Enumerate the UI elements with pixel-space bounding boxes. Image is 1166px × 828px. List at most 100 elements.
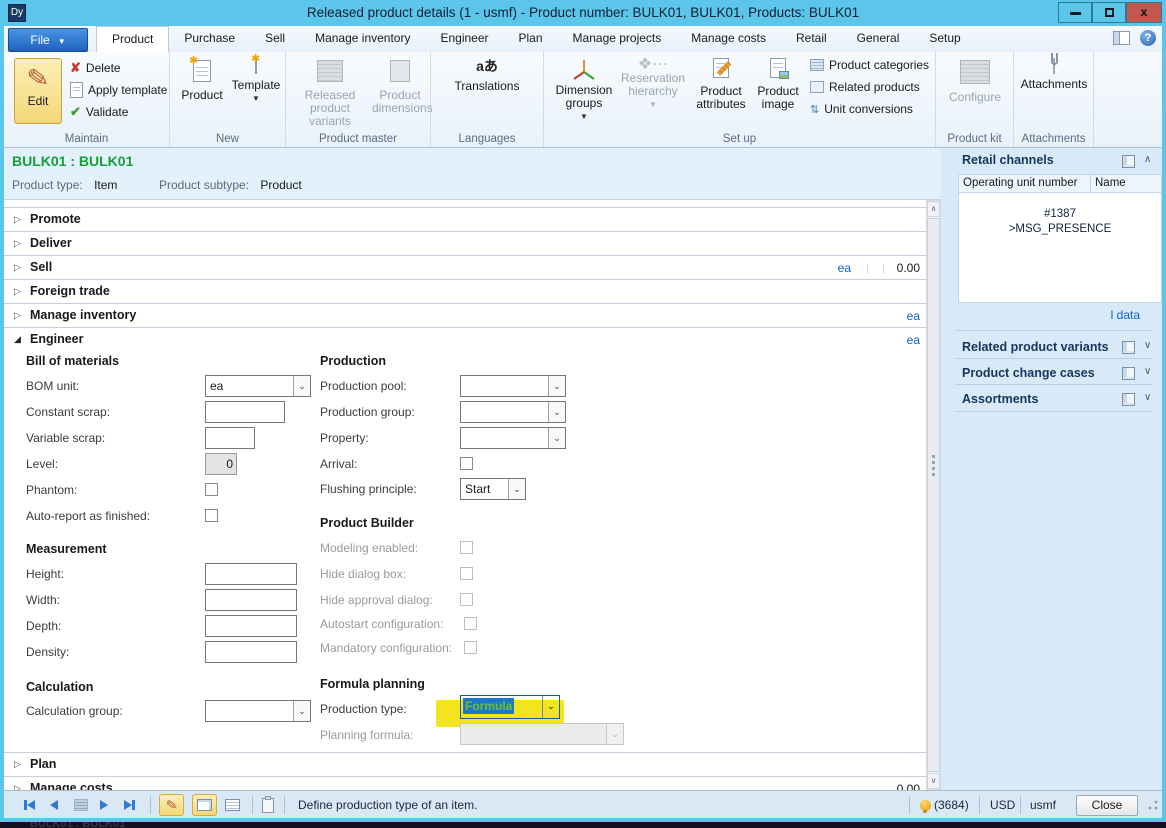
height-input[interactable]	[205, 563, 297, 585]
fasttab-sell[interactable]: ▷ Sell ea 0.00	[4, 256, 926, 280]
new-product-button[interactable]: ✱ Product	[176, 60, 228, 102]
close-window-button[interactable]: x	[1126, 2, 1162, 23]
chevron-down-icon[interactable]: ⌄	[548, 428, 565, 448]
production-type-select[interactable]: Formula ⌄	[460, 695, 560, 719]
chevron-down-icon[interactable]: ⌄	[293, 701, 310, 721]
collapse-chevron-icon[interactable]: ∧	[1144, 154, 1151, 165]
dimension-groups-button[interactable]: Dimension groups▼	[552, 58, 616, 123]
autostart-configuration-checkbox	[464, 617, 477, 630]
attachments-status-button[interactable]	[262, 791, 274, 819]
tab-product[interactable]: Product	[96, 26, 169, 52]
retail-channels-header[interactable]: Retail channels	[962, 153, 1054, 167]
tab-manage-inventory[interactable]: Manage inventory	[300, 26, 425, 52]
company-indicator[interactable]: usmf	[1030, 791, 1056, 819]
details-view-button[interactable]	[192, 794, 217, 816]
file-menu-button[interactable]: File▼	[8, 28, 88, 52]
tab-sell[interactable]: Sell	[250, 26, 300, 52]
fasttab-deliver[interactable]: ▷ Deliver	[4, 232, 926, 256]
tab-setup[interactable]: Setup	[914, 26, 975, 52]
depth-input[interactable]	[205, 615, 297, 637]
width-input[interactable]	[205, 589, 297, 611]
factbox-menu-icon[interactable]	[1122, 367, 1135, 380]
vertical-scrollbar[interactable]: ∧ ∨	[926, 200, 941, 790]
fasttab-manage-costs[interactable]: ▷ Manage costs 0.00	[4, 777, 926, 790]
engineer-unit-link[interactable]: ea	[907, 333, 920, 347]
product-attributes-button[interactable]: Product attributes	[692, 58, 750, 111]
layout-switch-icon[interactable]	[1113, 31, 1130, 45]
expand-chevron-icon[interactable]: ∨	[1144, 392, 1151, 403]
fasttab-manage-inventory[interactable]: ▷ Manage inventory ea	[4, 304, 926, 328]
manage-inventory-unit-link[interactable]: ea	[907, 309, 920, 323]
scroll-down-button[interactable]: ∨	[927, 773, 940, 789]
auto-report-checkbox[interactable]	[205, 509, 218, 522]
attachments-button[interactable]: Attachments	[1018, 60, 1090, 91]
factbox-menu-icon[interactable]	[1122, 393, 1135, 406]
maximize-button[interactable]	[1092, 2, 1126, 23]
fasttab-engineer[interactable]: ◢ Engineer ea	[4, 328, 926, 352]
chevron-down-icon[interactable]: ⌄	[542, 696, 559, 718]
resize-grip[interactable]	[1147, 799, 1159, 811]
edit-mode-button[interactable]: ✎	[159, 794, 184, 816]
calculation-group-select[interactable]: ⌄	[205, 700, 311, 722]
edit-button[interactable]: ✎ Edit	[14, 58, 62, 124]
currency-indicator[interactable]: USD	[990, 791, 1015, 819]
arrival-checkbox[interactable]	[460, 457, 473, 470]
translations-button[interactable]: aあ Translations	[451, 60, 523, 93]
tab-engineer[interactable]: Engineer	[425, 26, 503, 52]
constant-scrap-input[interactable]	[205, 401, 285, 423]
phantom-checkbox[interactable]	[205, 483, 218, 496]
density-input[interactable]	[205, 641, 297, 663]
factbox-menu-icon[interactable]	[1122, 341, 1135, 354]
minimize-button[interactable]	[1058, 2, 1092, 23]
chevron-down-icon[interactable]: ⌄	[548, 402, 565, 422]
product-attributes-icon	[713, 58, 729, 78]
tab-purchase[interactable]: Purchase	[169, 26, 250, 52]
tab-manage-costs[interactable]: Manage costs	[676, 26, 781, 52]
variable-scrap-input[interactable]	[205, 427, 255, 449]
bom-unit-select[interactable]: ea ⌄	[205, 375, 311, 397]
chevron-down-icon[interactable]: ⌄	[293, 376, 310, 396]
tab-general[interactable]: General	[842, 26, 915, 52]
property-select[interactable]: ⌄	[460, 427, 566, 449]
grid-view-icon	[225, 799, 240, 811]
delete-button[interactable]: ✘Delete	[70, 60, 121, 76]
flushing-principle-select[interactable]: Start ⌄	[460, 478, 526, 500]
help-icon[interactable]: ?	[1140, 30, 1156, 46]
grid-view-shortcut-icon[interactable]	[74, 791, 88, 819]
new-template-button[interactable]: ✱ Template ▼	[228, 60, 284, 105]
go-to-first-button[interactable]	[24, 791, 35, 819]
chevron-down-icon[interactable]: ⌄	[508, 479, 525, 499]
retail-channels-grid[interactable]: #1387 >MSG_PRESENCE	[958, 193, 1162, 303]
tab-plan[interactable]: Plan	[504, 26, 558, 52]
scroll-up-button[interactable]: ∧	[927, 201, 940, 217]
go-to-next-button[interactable]	[100, 791, 108, 819]
data-link[interactable]: l data	[1111, 308, 1140, 322]
column-header-operating-unit[interactable]: Operating unit number	[958, 174, 1091, 193]
close-button[interactable]: Close	[1076, 795, 1138, 816]
fasttab-plan[interactable]: ▷ Plan	[4, 752, 926, 777]
expand-chevron-icon[interactable]: ∨	[1144, 340, 1151, 351]
fasttab-foreign-trade[interactable]: ▷ Foreign trade	[4, 280, 926, 304]
unit-conversions-button[interactable]: ⇅Unit conversions	[810, 102, 913, 116]
related-products-button[interactable]: Related products	[810, 80, 920, 94]
validate-button[interactable]: ✔Validate	[70, 104, 128, 120]
factbox-menu-icon[interactable]	[1122, 155, 1135, 168]
production-group-select[interactable]: ⌄	[460, 401, 566, 423]
fasttab-promote[interactable]: ▷ Promote	[4, 208, 926, 232]
apply-template-button[interactable]: Apply template	[70, 82, 167, 98]
tab-retail[interactable]: Retail	[781, 26, 842, 52]
chevron-down-icon[interactable]: ⌄	[548, 376, 565, 396]
expand-arrow-icon: ▷	[14, 783, 21, 790]
tab-manage-projects[interactable]: Manage projects	[558, 26, 677, 52]
notifications-button[interactable]: (3684)	[920, 791, 969, 819]
column-header-name[interactable]: Name	[1090, 174, 1162, 193]
scrollbar-thumb[interactable]	[927, 218, 940, 772]
product-image-button[interactable]: Product image	[752, 58, 804, 111]
go-to-previous-button[interactable]	[50, 791, 58, 819]
product-categories-button[interactable]: Product categories	[810, 58, 929, 72]
grid-view-button[interactable]	[220, 794, 245, 816]
expand-chevron-icon[interactable]: ∨	[1144, 366, 1151, 377]
sell-unit-link[interactable]: ea	[838, 261, 851, 275]
production-pool-select[interactable]: ⌄	[460, 375, 566, 397]
go-to-last-button[interactable]	[124, 791, 135, 819]
